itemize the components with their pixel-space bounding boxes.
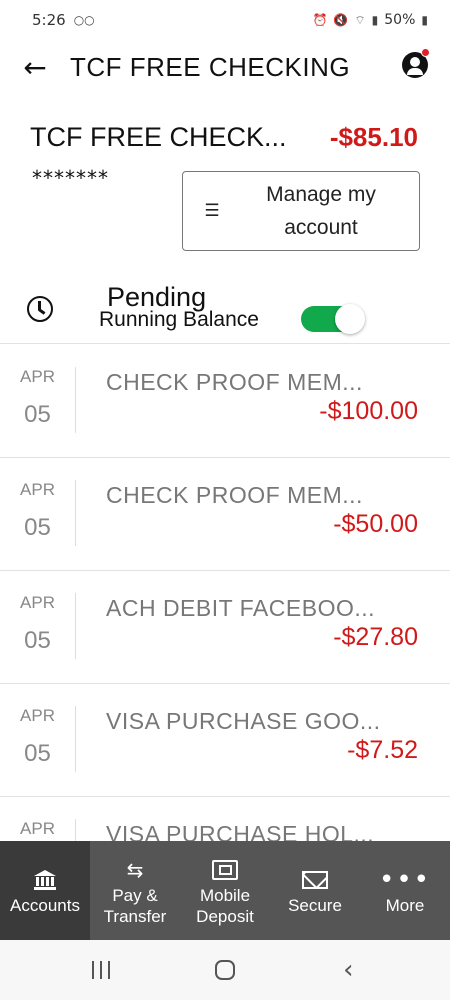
- transaction-description: CHECK PROOF MEM...: [106, 369, 363, 395]
- notification-dot: [421, 48, 430, 57]
- bottom-nav: Accounts ⇆ Pay & Transfer Mobile Deposit…: [0, 841, 450, 940]
- more-dots-icon: •••: [378, 865, 431, 895]
- transaction-day: 05: [24, 627, 51, 654]
- nav-more-label: More: [385, 896, 425, 915]
- running-balance-label: Running Balance: [99, 308, 259, 331]
- envelope-icon: [302, 865, 328, 895]
- transaction-row[interactable]: APR 05 CHECK PROOF MEM... -$50.00: [0, 458, 450, 571]
- transaction-description: CHECK PROOF MEM...: [106, 482, 363, 508]
- pending-section: Pending Running Balance: [0, 270, 450, 344]
- transaction-row[interactable]: APR VISA PURCHASE HOL...: [0, 797, 450, 841]
- transaction-month: APR: [20, 480, 55, 499]
- transaction-divider: [75, 593, 76, 659]
- home-icon: [214, 960, 235, 980]
- clock-icon: [27, 296, 53, 322]
- checklist-icon: ☰: [204, 201, 220, 221]
- status-left: 5:26 ○○: [32, 11, 95, 29]
- page-title: TCF FREE CHECKING: [70, 51, 351, 82]
- nav-mobile-deposit-label: Mobile Deposit: [196, 885, 254, 926]
- battery-level: 50%: [384, 12, 416, 28]
- transaction-divider: [75, 819, 76, 841]
- status-right: ⏰ 🔇 ⌔ ▮ 50% ▮: [312, 12, 428, 28]
- transaction-divider: [75, 480, 76, 546]
- transaction-month: APR: [20, 367, 55, 386]
- transaction-amount: -$27.80: [333, 623, 418, 651]
- transaction-description: VISA PURCHASE HOL...: [106, 821, 375, 841]
- transaction-amount: -$100.00: [319, 397, 418, 425]
- nav-more[interactable]: ••• More: [360, 841, 450, 940]
- transaction-row[interactable]: APR 05 VISA PURCHASE GOO... -$7.52: [0, 684, 450, 797]
- system-back-button[interactable]: ‹: [318, 945, 378, 995]
- transaction-row[interactable]: APR 05 ACH DEBIT FACEBOO... -$27.80: [0, 571, 450, 684]
- profile-button[interactable]: [400, 48, 430, 78]
- transaction-description: VISA PURCHASE GOO...: [106, 708, 381, 734]
- transaction-row[interactable]: APR 05 CHECK PROOF MEM... -$100.00: [0, 345, 450, 458]
- nav-accounts[interactable]: Accounts: [0, 841, 90, 940]
- transaction-month: APR: [20, 819, 55, 838]
- mobile-deposit-icon: [212, 855, 238, 885]
- nav-mobile-deposit[interactable]: Mobile Deposit: [180, 841, 270, 940]
- transaction-divider: [75, 367, 76, 433]
- nav-secure[interactable]: Secure: [270, 841, 360, 940]
- transaction-list: APR 05 CHECK PROOF MEM... -$100.00 APR 0…: [0, 345, 450, 841]
- transaction-amount: -$7.52: [347, 736, 418, 764]
- transaction-day: 05: [24, 514, 51, 541]
- status-bar: 5:26 ○○ ⏰ 🔇 ⌔ ▮ 50% ▮: [0, 0, 450, 40]
- nav-secure-label: Secure: [288, 896, 342, 915]
- nav-pay-transfer[interactable]: ⇆ Pay & Transfer: [90, 841, 180, 940]
- signal-icon: ▮: [371, 13, 379, 27]
- battery-icon: ▮: [421, 13, 428, 27]
- back-arrow-icon: ←: [23, 50, 47, 84]
- voicemail-icon: ○○: [73, 13, 95, 27]
- bank-icon: [34, 865, 56, 895]
- manage-account-button[interactable]: ☰ Manage my account: [182, 171, 420, 251]
- alarm-icon: ⏰: [312, 13, 328, 27]
- app-bar: ← TCF FREE CHECKING: [0, 40, 450, 94]
- back-button[interactable]: ←: [0, 40, 70, 94]
- account-number-masked: *******: [32, 166, 109, 190]
- account-name: TCF FREE CHECK...: [30, 122, 287, 152]
- recents-icon: [91, 961, 112, 979]
- manage-account-label: Manage my account: [266, 183, 376, 239]
- home-button[interactable]: [195, 945, 255, 995]
- transaction-divider: [75, 706, 76, 772]
- running-balance-toggle[interactable]: [301, 304, 367, 334]
- transfer-arrows-icon: ⇆: [126, 857, 144, 882]
- chevron-left-icon: ‹: [343, 955, 354, 985]
- mute-icon: 🔇: [333, 13, 349, 27]
- account-balance: -$85.10: [329, 122, 418, 152]
- nav-accounts-label: Accounts: [10, 896, 80, 915]
- status-time: 5:26: [32, 11, 66, 29]
- system-nav-bar: ‹: [0, 940, 450, 1000]
- toggle-knob: [335, 304, 365, 334]
- transaction-month: APR: [20, 706, 55, 725]
- transaction-day: 05: [24, 401, 51, 428]
- transaction-description: ACH DEBIT FACEBOO...: [106, 595, 376, 621]
- recents-button[interactable]: [72, 945, 132, 995]
- account-header: TCF FREE CHECK... -$85.10 ******* ☰ Mana…: [0, 94, 450, 270]
- transaction-month: APR: [20, 593, 55, 612]
- wifi-icon: ⌔: [354, 12, 366, 27]
- nav-pay-transfer-label: Pay & Transfer: [103, 885, 167, 926]
- transaction-day: 05: [24, 740, 51, 767]
- transaction-amount: -$50.00: [333, 510, 418, 538]
